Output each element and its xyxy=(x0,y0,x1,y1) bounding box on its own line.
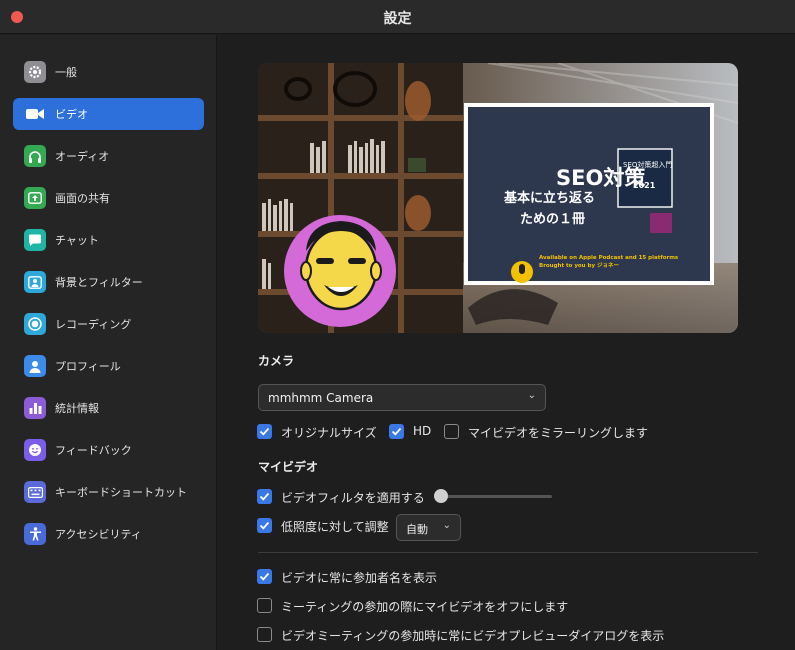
profile-person-icon xyxy=(24,355,46,377)
chevron-down-icon: ⌄ xyxy=(442,520,451,531)
video-camera-icon xyxy=(24,103,46,125)
sidebar-item-label: 統計情報 xyxy=(55,402,99,415)
sidebar-item-audio[interactable]: オーディオ xyxy=(13,140,204,172)
always-show-names-label: ビデオに常に参加者名を表示 xyxy=(281,571,438,585)
original-size-label: オリジナルサイズ xyxy=(281,426,377,440)
background-person-icon xyxy=(24,271,46,293)
sidebar-item-profile[interactable]: プロフィール xyxy=(13,350,204,382)
camera-section-title: カメラ xyxy=(258,354,295,368)
video-filter-checkbox[interactable] xyxy=(257,489,272,504)
checkmark-icon xyxy=(391,427,402,436)
hd-label: HD xyxy=(413,424,432,438)
sidebar-item-label: フィードバック xyxy=(55,444,132,457)
preview-book-title: SEO対策超入門 xyxy=(623,160,672,169)
sidebar-item-background-filters[interactable]: 背景とフィルター xyxy=(13,266,204,298)
mirror-video-checkbox[interactable] xyxy=(444,424,459,439)
sidebar-item-label: チャット xyxy=(55,234,99,247)
statistics-bar-icon xyxy=(24,397,46,419)
headphones-icon xyxy=(24,145,46,167)
section-divider xyxy=(258,552,758,553)
sidebar-item-video[interactable]: ビデオ xyxy=(13,98,204,130)
low-light-select-value: 自動 xyxy=(406,523,428,536)
camera-select[interactable]: mmhmm Camera ⌄ xyxy=(258,384,546,411)
checkmark-icon xyxy=(259,427,270,436)
sidebar-item-label: プロフィール xyxy=(55,360,121,373)
low-light-checkbox[interactable] xyxy=(257,518,272,533)
sidebar-item-accessibility[interactable]: アクセシビリティ xyxy=(13,518,204,550)
sidebar-item-general[interactable]: 一般 xyxy=(13,56,204,88)
record-icon xyxy=(24,313,46,335)
original-size-checkbox[interactable] xyxy=(257,424,272,439)
video-filter-slider-thumb[interactable] xyxy=(434,489,448,503)
video-preview-image: SEO対策 基本に立ち返る ための１冊 SEO対策超入門 2021 Availa… xyxy=(258,63,738,333)
sidebar-item-statistics[interactable]: 統計情報 xyxy=(13,392,204,424)
chevron-down-icon: ⌄ xyxy=(527,390,536,401)
preview-book-year: 2021 xyxy=(633,181,656,190)
mirror-video-label: マイビデオをミラーリングします xyxy=(468,426,649,440)
sidebar-item-keyboard-shortcuts[interactable]: キーボードショートカット xyxy=(13,476,204,508)
turn-off-video-on-join-label: ミーティングの参加の際にマイビデオをオフにします xyxy=(281,600,569,614)
video-filter-slider-track[interactable] xyxy=(435,495,552,498)
accessibility-person-icon xyxy=(24,523,46,545)
sidebar-item-label: 一般 xyxy=(55,66,77,79)
sidebar-item-label: オーディオ xyxy=(55,150,110,163)
checkmark-icon xyxy=(259,492,270,501)
turn-off-video-on-join-checkbox[interactable] xyxy=(257,598,272,613)
keyboard-icon xyxy=(24,481,46,503)
checkmark-icon xyxy=(259,521,270,530)
sidebar-item-label: ビデオ xyxy=(55,108,88,121)
avatar-cartoon xyxy=(284,215,396,327)
video-preview-dialog-label: ビデオミーティングの参加時に常にビデオプレビューダイアログを表示 xyxy=(281,629,665,643)
low-light-select[interactable]: 自動 ⌄ xyxy=(396,514,461,541)
preview-podcast-line-1: Available on Apple Podcast and 15 platfo… xyxy=(539,255,679,261)
checkmark-icon xyxy=(259,572,270,581)
smiley-feedback-icon xyxy=(24,439,46,461)
sidebar-item-label: 画面の共有 xyxy=(55,192,110,205)
preview-podcast-line-2: Brought to you by ジョネー xyxy=(539,261,619,269)
sidebar-item-feedback[interactable]: フィードバック xyxy=(13,434,204,466)
window-title: 設定 xyxy=(383,11,412,27)
always-show-names-checkbox[interactable] xyxy=(257,569,272,584)
share-screen-icon xyxy=(24,187,46,209)
preview-subline-2: ための１冊 xyxy=(520,212,585,227)
sidebar-item-label: アクセシビリティ xyxy=(55,528,142,541)
video-preview: SEO対策 基本に立ち返る ための１冊 SEO対策超入門 2021 Availa… xyxy=(258,63,738,333)
sidebar-item-label: レコーディング xyxy=(55,318,132,331)
sidebar-item-label: キーボードショートカット xyxy=(55,486,187,499)
my-video-section-title: マイビデオ xyxy=(258,460,319,474)
sidebar-item-label: 背景とフィルター xyxy=(55,276,143,289)
gear-icon xyxy=(24,61,46,83)
video-preview-dialog-checkbox[interactable] xyxy=(257,627,272,642)
hd-checkbox[interactable] xyxy=(389,424,404,439)
sidebar-item-recording[interactable]: レコーディング xyxy=(13,308,204,340)
chat-bubble-icon xyxy=(24,229,46,251)
settings-sidebar: 一般 ビデオ オーディオ 画面の共有 チャット 背景とフィルター レコーディング… xyxy=(0,35,217,650)
video-filter-label: ビデオフィルタを適用する xyxy=(281,491,425,505)
sidebar-item-chat[interactable]: チャット xyxy=(13,224,204,256)
camera-select-value: mmhmm Camera xyxy=(268,391,374,405)
title-bar: 設定 xyxy=(0,0,795,34)
preview-subline-1: 基本に立ち返る xyxy=(503,190,595,206)
sidebar-item-screen-share[interactable]: 画面の共有 xyxy=(13,182,204,214)
low-light-label: 低照度に対して調整 xyxy=(281,520,389,534)
